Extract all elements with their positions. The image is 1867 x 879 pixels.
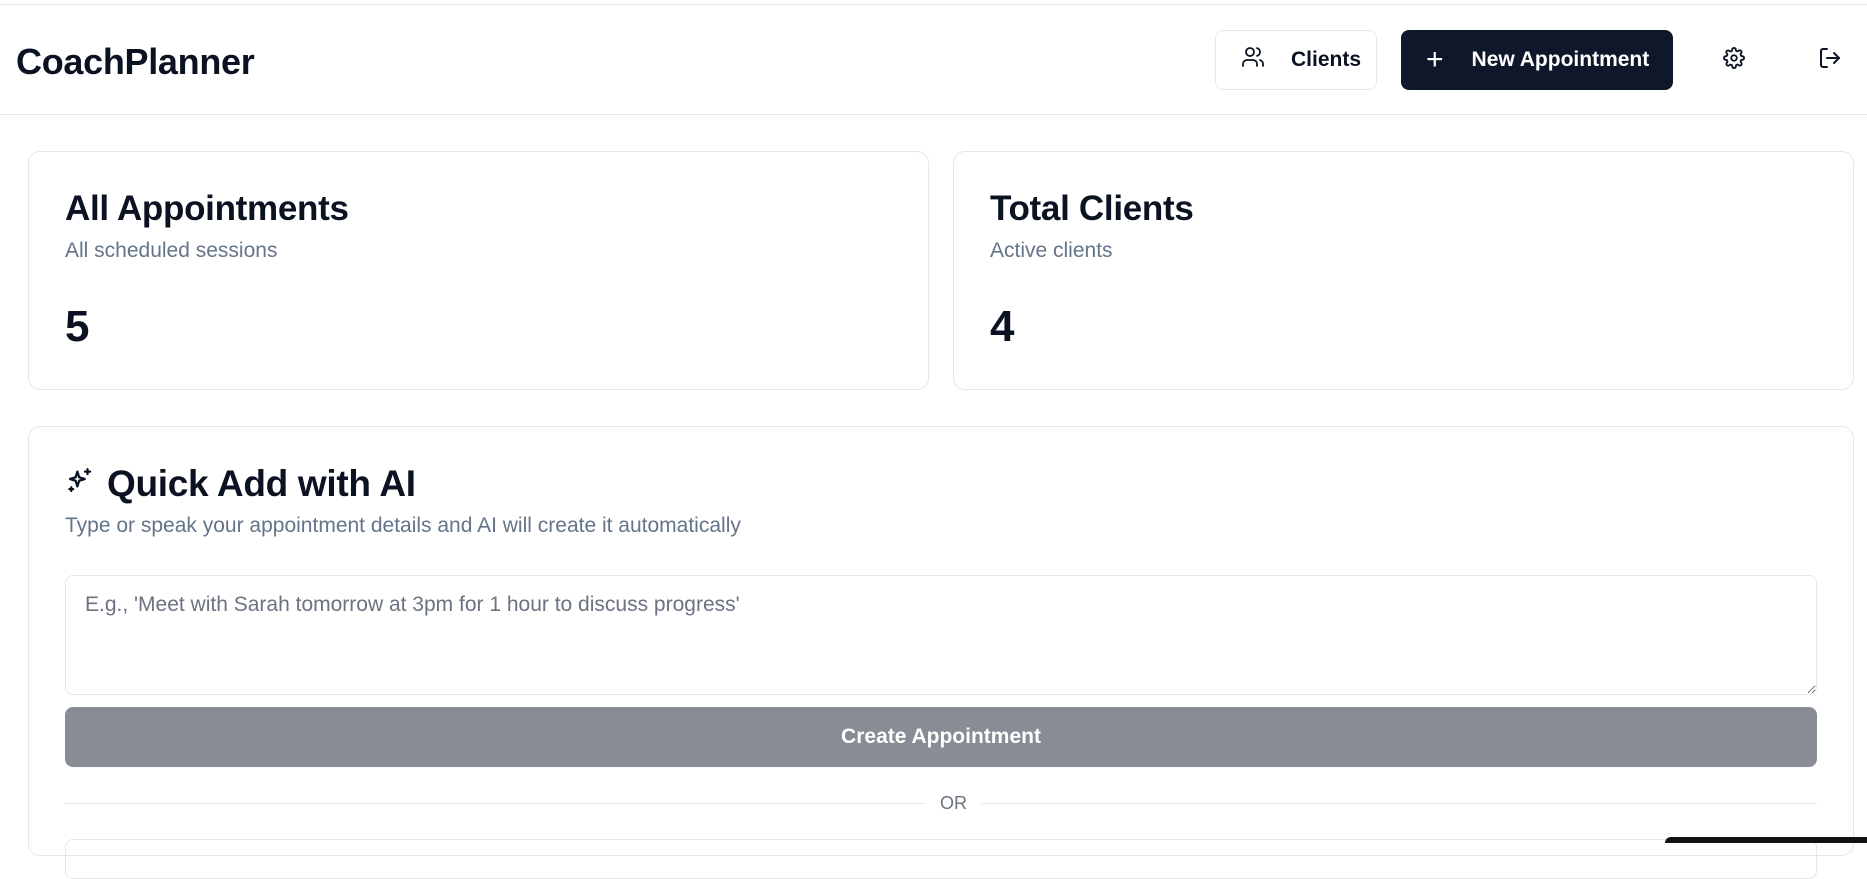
overlay-edge	[1665, 837, 1867, 843]
stat-value: 4	[990, 302, 1015, 351]
clients-button-label: Clients	[1291, 48, 1362, 71]
stat-card-appointments: All Appointments All scheduled sessions …	[28, 151, 929, 390]
plus-icon: +	[1426, 43, 1444, 76]
appointment-details-input[interactable]	[65, 575, 1817, 695]
create-appointment-label: Create Appointment	[841, 725, 1041, 748]
quick-add-card: Quick Add with AI Type or speak your app…	[28, 426, 1854, 879]
stat-subtitle: All scheduled sessions	[65, 239, 278, 262]
quick-add-subtitle: Type or speak your appointment details a…	[65, 514, 741, 537]
users-icon	[1241, 45, 1265, 75]
stat-value: 5	[65, 302, 90, 351]
stat-title: Total Clients	[990, 189, 1194, 228]
gear-icon	[1723, 46, 1745, 74]
logout-icon	[1818, 46, 1842, 75]
stat-title: All Appointments	[65, 189, 349, 228]
settings-button[interactable]	[1719, 45, 1749, 75]
sparkles-icon	[65, 463, 95, 505]
app-title: CoachPlanner	[16, 41, 255, 82]
create-appointment-button[interactable]: Create Appointment	[65, 707, 1817, 767]
new-appointment-label: New Appointment	[1471, 48, 1650, 71]
stat-card-clients: Total Clients Active clients 4	[953, 151, 1854, 390]
clients-button[interactable]: Clients	[1215, 30, 1377, 90]
or-divider-label: OR	[926, 793, 981, 814]
next-section-edge	[65, 839, 1817, 879]
stat-subtitle: Active clients	[990, 239, 1113, 262]
new-appointment-button[interactable]: + New Appointment	[1401, 30, 1673, 90]
logout-button[interactable]	[1815, 45, 1845, 75]
quick-add-title: Quick Add with AI	[107, 463, 416, 504]
quick-add-title-row: Quick Add with AI	[65, 463, 416, 505]
top-bar: CoachPlanner Clients + New Appointment	[0, 5, 1867, 115]
